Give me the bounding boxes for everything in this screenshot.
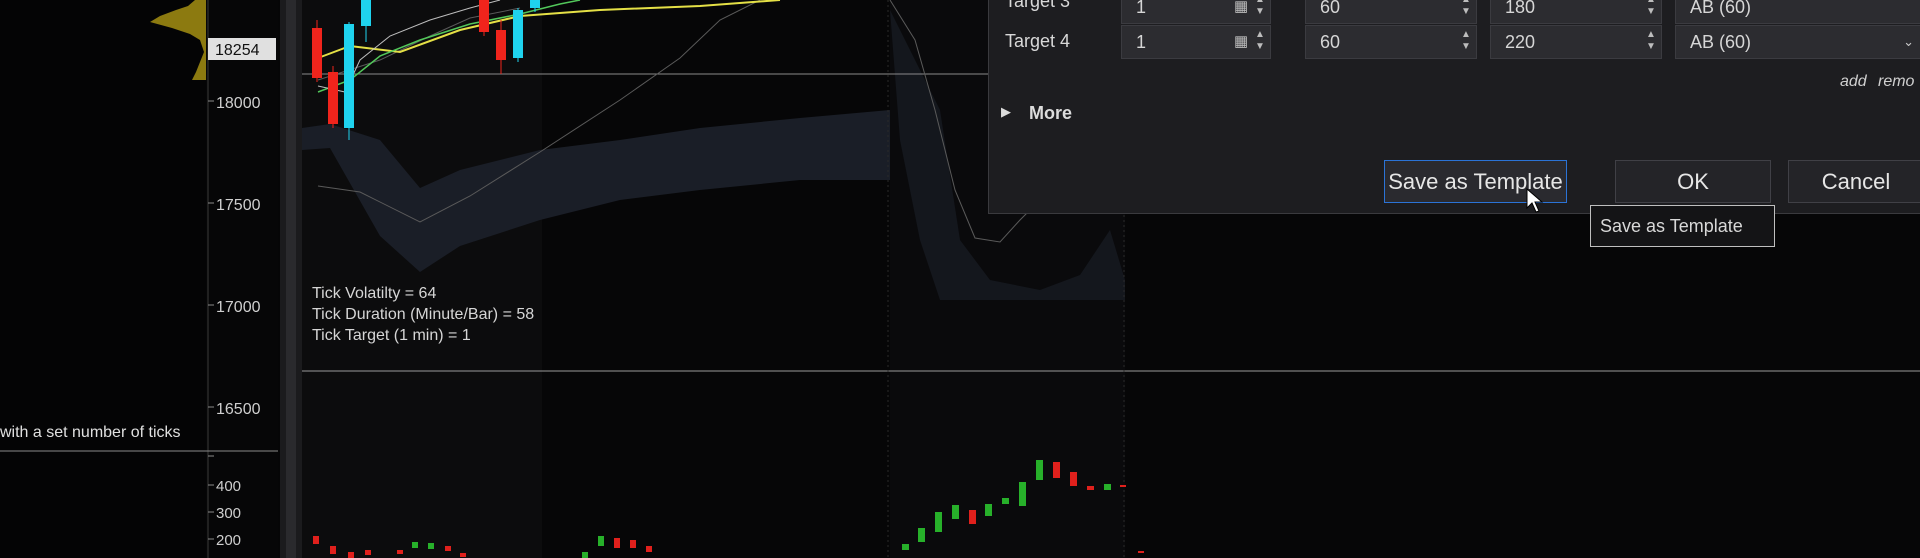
target-4-qty-field[interactable]: 1 ▦ ▲ ▼: [1121, 25, 1271, 59]
chevron-down-icon: ⌄: [1903, 34, 1914, 49]
caret-right-icon[interactable]: ▶: [1001, 104, 1011, 120]
ok-button[interactable]: OK: [1615, 160, 1771, 203]
volume-tick-label: 200: [216, 532, 241, 549]
calculator-icon[interactable]: ▦: [1234, 0, 1250, 16]
price-tick-label: 17000: [216, 299, 261, 316]
target-4-b-field[interactable]: 220 ▲ ▼: [1490, 25, 1662, 59]
target-4-label: Target 4: [1005, 31, 1071, 51]
spinner-icon[interactable]: ▲▼: [1254, 0, 1266, 20]
target-4-a-field[interactable]: 60 ▲ ▼: [1305, 25, 1477, 59]
target-4-select[interactable]: AB (60) ⌄: [1675, 25, 1920, 59]
mouse-cursor-icon: [1526, 188, 1544, 213]
target-3-b-field[interactable]: 180 ▲▼: [1490, 0, 1662, 24]
target-3-select[interactable]: AB (60): [1675, 0, 1920, 24]
target-3-a-field[interactable]: 60 ▲▼: [1305, 0, 1477, 24]
price-tick-label: 16500: [216, 401, 261, 418]
calculator-icon[interactable]: ▦: [1234, 33, 1250, 51]
left-caption: with a set number of ticks: [0, 424, 181, 441]
indicator-info-line: Tick Duration (Minute/Bar) = 58: [312, 306, 534, 323]
add-target-link[interactable]: add: [1840, 73, 1867, 91]
spinner-icon[interactable]: ▲▼: [1645, 29, 1657, 55]
cancel-button[interactable]: Cancel: [1788, 160, 1920, 203]
more-expander[interactable]: More: [1029, 103, 1072, 124]
remove-target-link[interactable]: remo: [1878, 73, 1914, 91]
target-3-qty-field[interactable]: 1 ▦ ▲▼: [1121, 0, 1271, 24]
target-3-label: Target 3: [1005, 0, 1071, 11]
last-price-label: 18254: [215, 42, 260, 59]
volume-tick-label: 300: [216, 505, 241, 522]
tooltip: Save as Template: [1590, 205, 1775, 247]
spinner-icon[interactable]: ▲▼: [1460, 0, 1472, 20]
volume-tick-label: 400: [216, 478, 241, 495]
price-tick-label: 17500: [216, 197, 261, 214]
order-targets-dialog: Target 3 1 ▦ ▲▼ 60 ▲▼ 180 ▲▼ AB (60) Tar…: [988, 0, 1920, 214]
indicator-info-line: Tick Volatilty = 64: [312, 285, 436, 302]
spinner-icon[interactable]: ▲▼: [1645, 0, 1657, 20]
spinner-icon[interactable]: ▲▼: [1460, 29, 1472, 55]
spinner-icon[interactable]: ▲▼: [1254, 29, 1266, 55]
price-tick-label: 18000: [216, 95, 261, 112]
indicator-info-line: Tick Target (1 min) = 1: [312, 327, 471, 344]
